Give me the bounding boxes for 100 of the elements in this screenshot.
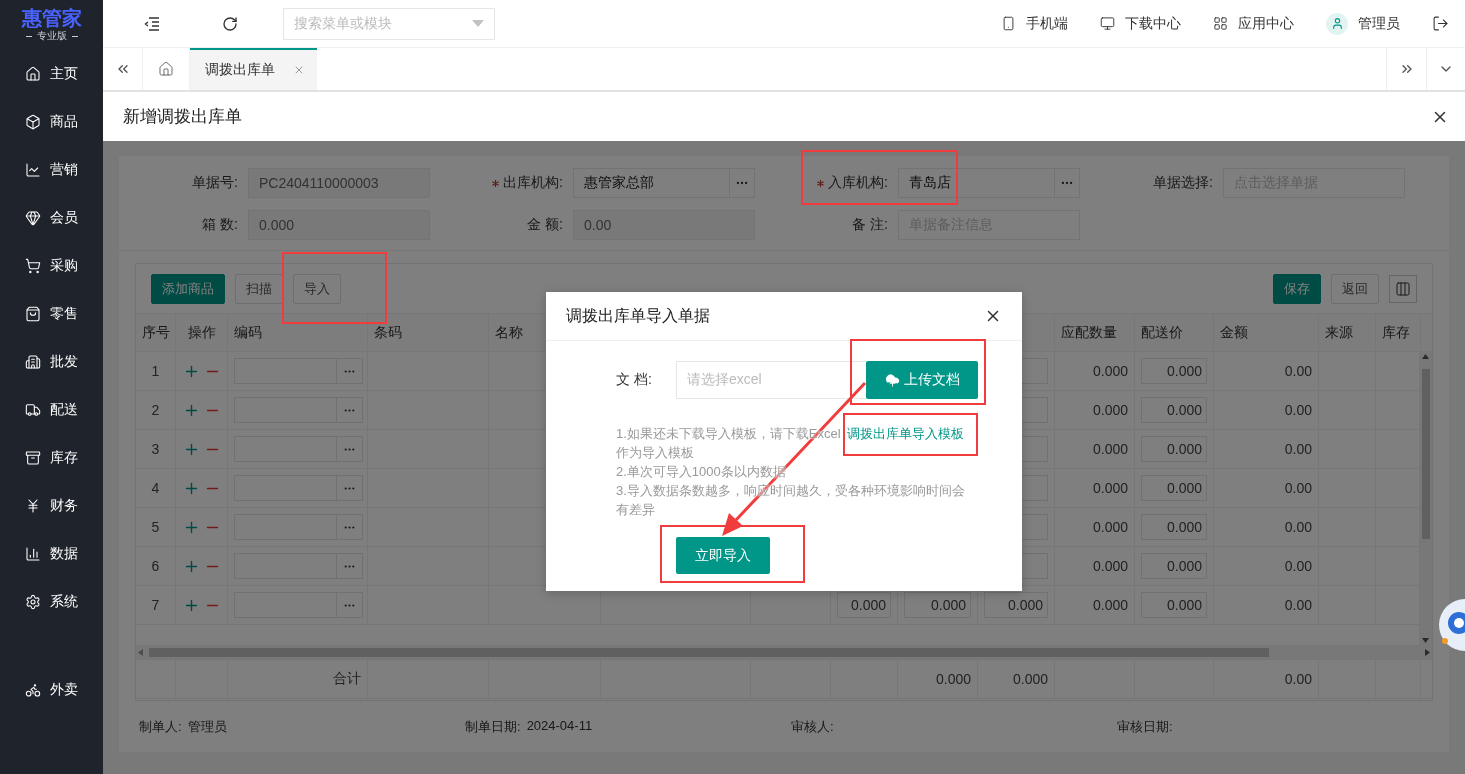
table-cell: 0.00 [1284,671,1312,687]
menu-item-icon [25,354,41,370]
input-field[interactable]: 0.000 [1141,358,1207,384]
input-field[interactable]: 0.000 [1141,436,1207,462]
column-header: 序号 [141,323,170,342]
more-button[interactable] [337,475,363,501]
header-link[interactable]: 应用中心 [1213,14,1294,33]
sidebar-item[interactable]: 营销 [0,146,103,194]
input-field[interactable]: 0.000 [248,210,430,240]
tab[interactable]: 调拨出库单 [190,48,317,90]
field-label: 备 注: [852,216,888,234]
scroll-down-icon[interactable] [1422,638,1429,643]
menu-item-icon [25,546,41,562]
header-link[interactable]: 手机端 [1001,14,1068,33]
dialog-title: 调拨出库单导入单据 [566,305,710,326]
upload-button[interactable]: 上传文档 [866,361,978,399]
sidebar-item[interactable]: 会员 [0,194,103,242]
sidebar-item[interactable]: 采购 [0,242,103,290]
table-cell: 0.000 [935,671,971,687]
input-field[interactable]: 0.000 [1141,475,1207,501]
more-button[interactable] [337,514,363,540]
row-number: 1 [151,363,160,379]
total-label: 合计 [333,670,361,688]
import-button[interactable]: 立即导入 [676,537,770,574]
sidebar-item[interactable]: 财务 [0,482,103,530]
toolbar-button[interactable]: 添加商品 [151,273,225,304]
column-header: 应配数量 [1061,323,1117,342]
row-number: 2 [151,402,160,418]
sidebar-item[interactable]: 主页 [0,50,103,98]
more-button[interactable] [337,358,363,384]
logo: 惠管家 [21,7,82,29]
header-link[interactable]: 下载中心 [1100,14,1181,33]
scroll-left-icon[interactable] [138,648,143,656]
input-field[interactable]: 0.000 [904,592,971,618]
table-cell: 0.000 [1092,480,1128,496]
input-field[interactable]: 0.000 [984,592,1048,618]
input-field[interactable]: PC2404110000003 [248,168,430,198]
sidebar-item[interactable]: 外卖 [0,666,103,714]
table-cell: 0.000 [1092,402,1128,418]
toolbar-button[interactable]: 返回 [1331,273,1379,304]
user-menu[interactable]: 管理员 [1326,12,1400,35]
more-button[interactable] [337,553,363,579]
row-number: 5 [151,519,160,535]
menu-item-icon [25,498,41,514]
table-cell: 0.000 [1092,519,1128,535]
column-header: 配送价 [1141,323,1183,342]
cloud-upload-icon [884,372,900,388]
input-field[interactable]: 0.000 [837,592,891,618]
column-header: 来源 [1325,323,1353,342]
sidebar-item[interactable]: 零售 [0,290,103,338]
input-field[interactable]: 青岛店 [898,168,1055,198]
table-cell: 0.00 [1284,363,1312,379]
template-link[interactable]: 调拨出库单导入模板 [847,426,965,441]
column-header: 操作 [187,323,216,342]
logout-icon[interactable] [1432,15,1449,32]
table-cell: 0.000 [1012,671,1048,687]
scroll-right-icon[interactable] [1425,648,1430,656]
toolbar-button[interactable]: 保存 [1273,273,1321,304]
table-cell: 0.000 [1092,597,1128,613]
more-button[interactable] [337,436,363,462]
home-icon [158,61,174,77]
input-field[interactable]: 0.000 [1141,397,1207,423]
menu-item-icon [25,162,41,178]
field-label: 文 档: [616,371,653,389]
footer-label: 审核日期: [1117,717,1173,736]
columns-icon[interactable] [1389,274,1417,303]
more-button[interactable] [337,397,363,423]
footer-value: 2024-04-11 [526,717,593,735]
scroll-up-icon[interactable] [1422,354,1429,359]
sidebar-item[interactable]: 批发 [0,338,103,386]
input-field[interactable]: 0.000 [1141,592,1207,618]
input-field[interactable]: 0.000 [1141,514,1207,540]
table-cell: 0.00 [1284,402,1312,418]
table-cell: 0.00 [1284,480,1312,496]
table-cell: 0.00 [1284,441,1312,457]
more-button[interactable] [337,592,363,618]
dash-icon [25,35,32,37]
row-number: 7 [151,597,160,613]
input-field[interactable]: 0.00 [573,210,755,240]
field-label: 金 额: [527,216,563,234]
table-cell: 0.000 [1092,441,1128,457]
toolbar-button[interactable]: 导入 [293,273,341,304]
input-field[interactable]: 惠管家总部 [573,168,730,198]
footer-label: 制单人: [139,717,182,736]
horizontal-scrollbar[interactable] [136,645,1432,659]
table-cell: 0.00 [1284,597,1312,613]
menu-item-icon [25,114,41,130]
toolbar-button[interactable]: 扫描 [235,273,283,304]
sidebar-item[interactable]: 系统 [0,578,103,626]
row-number: 4 [151,480,160,496]
monitor-icon [1100,16,1115,31]
input-field[interactable]: 0.000 [1141,553,1207,579]
footer-label: 审核人: [791,717,834,736]
sidebar-item[interactable]: 商品 [0,98,103,146]
vertical-scrollbar[interactable] [1419,352,1432,645]
field-label: 出库机构: [503,174,563,192]
column-header: 金额 [1220,323,1248,342]
sidebar-item[interactable]: 数据 [0,530,103,578]
sidebar-item[interactable]: 库存 [0,434,103,482]
sidebar-item[interactable]: 配送 [0,386,103,434]
